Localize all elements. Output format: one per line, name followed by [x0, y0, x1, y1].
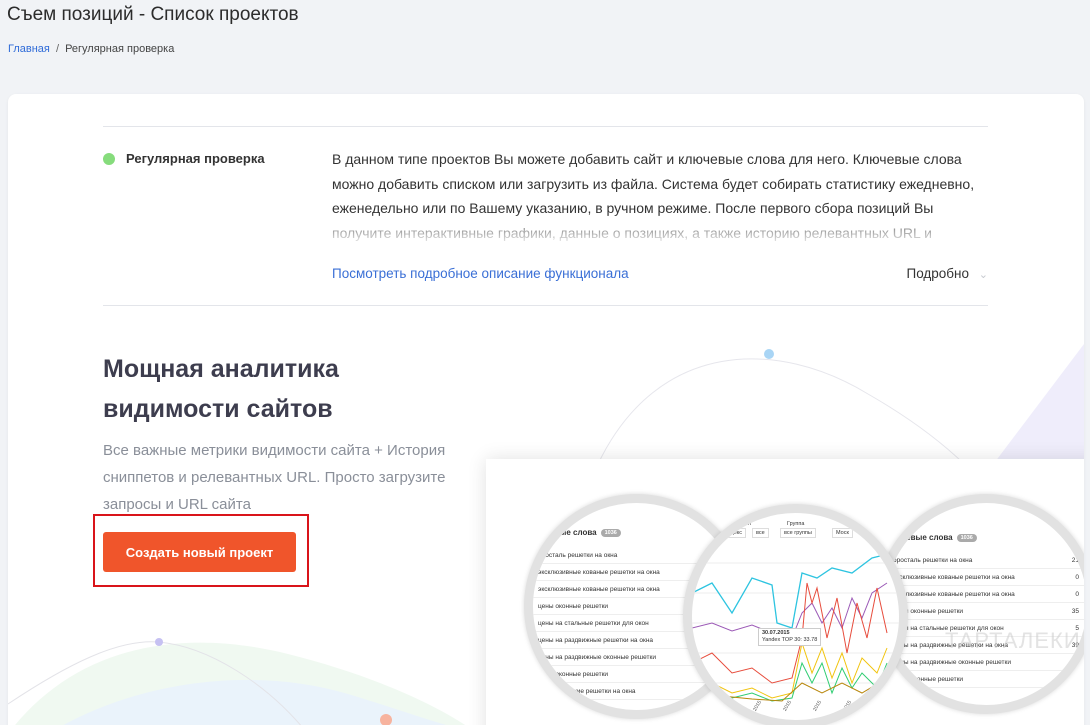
tooltip-date: 30.07.2015: [762, 630, 790, 636]
keyword-text: эксклюзивные кованые решетки на окна: [893, 591, 1015, 598]
breadcrumb-current: Регулярная проверка: [65, 43, 175, 55]
hero-subtitle: Все важные метрики видимости сайта + Ист…: [103, 442, 446, 513]
lens-header-text: ючевые слова: [539, 528, 597, 537]
more-toggle[interactable]: Подробно ⌄: [907, 266, 989, 281]
detailed-description-link[interactable]: Посмотреть подробное описание функционал…: [332, 266, 629, 281]
keyword-text: оросталь решетки на окна: [893, 557, 973, 564]
lens-header: ючевые слова 1036: [539, 528, 621, 537]
yandex-icon: Я: [718, 530, 722, 536]
keyword-position: 35: [1071, 608, 1079, 615]
filter-label-top: Топ: [742, 521, 751, 527]
filter-engine-value: Яндекс: [723, 530, 743, 536]
keyword-position: 0: [1075, 591, 1079, 598]
keyword-row: эксклюзивные кованые решетки на окна 0: [885, 570, 1084, 586]
lens-header: ючевые слова 1036: [895, 533, 977, 542]
project-type-card: Регулярная проверка В данном типе проект…: [8, 94, 1084, 725]
keyword-row: цены оконные решетки 35: [885, 604, 1084, 620]
filter-engine: Я Яндекс: [714, 528, 747, 538]
breadcrumb: Главная / Регулярная проверка: [8, 43, 174, 55]
count-badge: 1036: [956, 533, 977, 542]
project-type-name: Регулярная проверка: [126, 151, 265, 166]
chart-tooltip: 30.07.2015 Yandex TOP 30: 33.78: [758, 628, 822, 646]
keyword-row: цены оконные решетки: [885, 672, 1084, 688]
keyword-position: 0: [1075, 574, 1079, 581]
filter-label-group: Группа: [787, 521, 805, 527]
keyword-position: 21: [1071, 557, 1079, 564]
project-type-info: Регулярная проверка В данном типе проект…: [103, 126, 992, 306]
breadcrumb-separator: /: [55, 43, 59, 55]
filter-top: все: [752, 528, 769, 538]
keyword-row: цены на раздвижные оконные решетки: [885, 655, 1084, 671]
breadcrumb-home-link[interactable]: Главная: [8, 43, 50, 55]
watermark: ТАРТАЛЕКИН: [945, 628, 1084, 653]
hero-title: Мощная аналитика видимости сайтов: [103, 355, 339, 423]
chevron-down-icon: ⌄: [978, 269, 988, 281]
status-dot: [103, 153, 115, 165]
lens-header-text: ючевые слова: [895, 533, 953, 542]
filter-group: все группы: [780, 528, 816, 538]
keyword-text: эксклюзивные кованые решетки на окна: [893, 574, 1015, 581]
page-title: Съем позиций - Список проектов: [7, 4, 299, 25]
create-project-button[interactable]: Создать новый проект: [103, 532, 296, 572]
keyword-row: эксклюзивные кованые решетки на окна 0: [885, 587, 1084, 603]
count-badge: 1036: [600, 528, 621, 537]
analytics-preview-image: ючевые слова 1036 оросталь решетки на окн…: [486, 459, 1084, 725]
keyword-text: цены оконные решетки: [893, 676, 964, 683]
tooltip-value: Yandex TOP 30: 33.78: [762, 637, 818, 643]
keyword-text: цены на раздвижные оконные решетки: [893, 659, 1011, 666]
more-toggle-label: Подробно: [906, 266, 970, 281]
filter-region: Моск: [832, 528, 853, 538]
keyword-row: оросталь решетки на окна 21: [885, 553, 1084, 569]
preview-lens-chart: Топ Группа Я Яндекс все все группы Моск: [683, 504, 908, 725]
description-fade: [332, 215, 992, 245]
